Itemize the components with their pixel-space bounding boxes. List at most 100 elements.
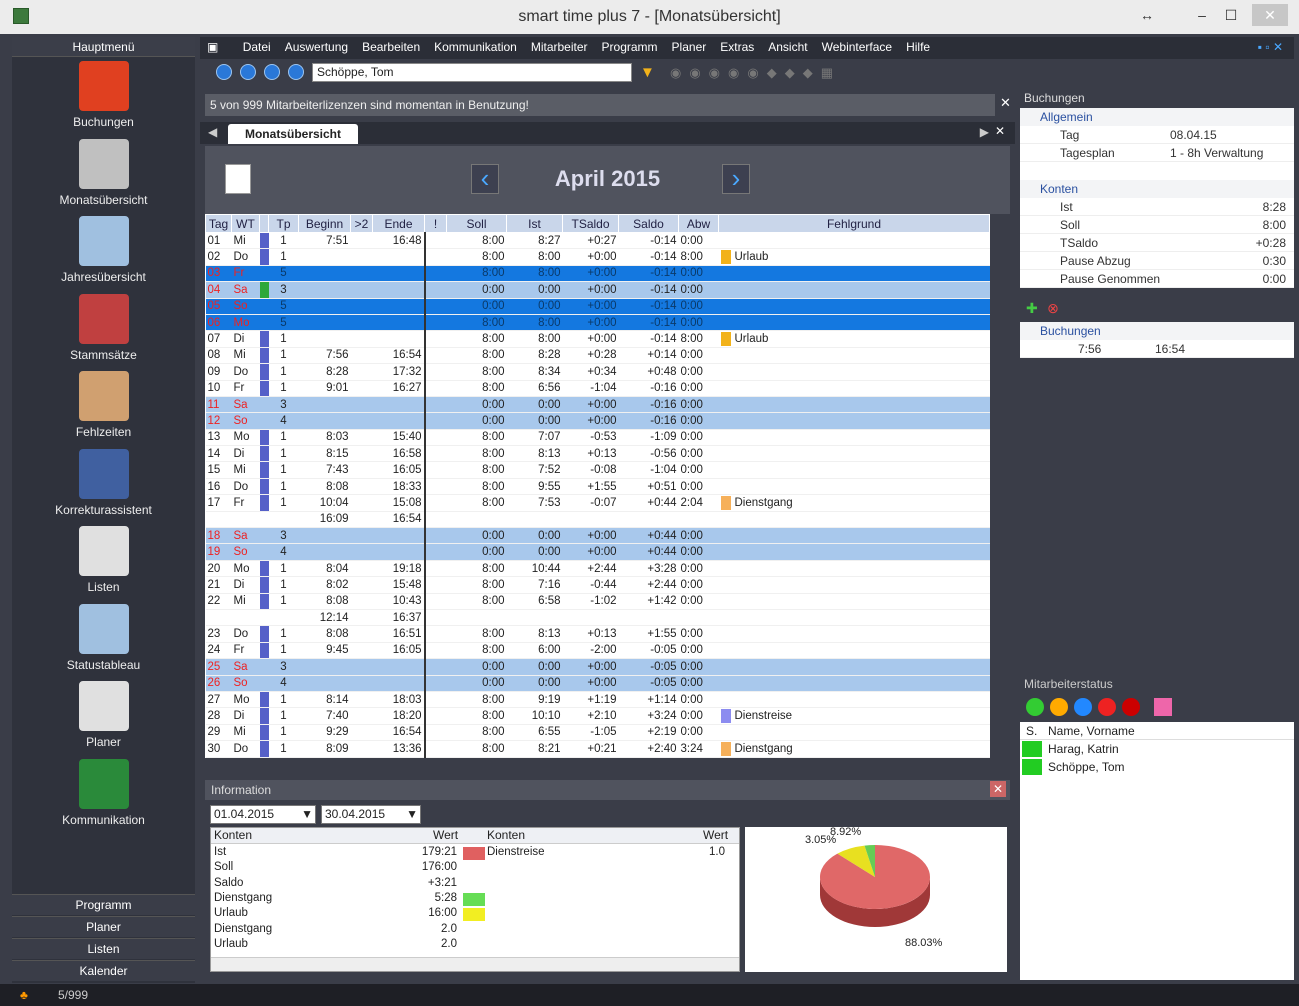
mdi-controls-icon[interactable]: ▪ ▫ ✕ (1251, 37, 1290, 57)
maximize-button[interactable]: ☐ (1214, 4, 1248, 26)
table-row[interactable]: 14 Di 1 8:15 16:58 8:00 8:13 +0:13 -0:56 0:00 (205, 445, 990, 463)
table-row[interactable]: 24 Fr 1 9:45 16:05 8:00 6:00 -2:00 -0:05 0:00 (205, 642, 990, 660)
table-row[interactable]: 15 Mi 1 7:43 16:05 8:00 7:52 -0:08 -1:04 0:00 (205, 461, 990, 479)
sidebar-item-statustableau[interactable]: Statustableau (12, 603, 195, 672)
menu-planer[interactable]: Planer (665, 37, 714, 57)
table-row[interactable]: 03 Fr 5 8:00 8:00 +0:00 -0:14 0:00 (205, 265, 990, 283)
col-ist[interactable]: Ist (506, 214, 563, 233)
menu-hilfe[interactable]: Hilfe (899, 37, 937, 57)
sidebar-item-buchungen[interactable]: Buchungen (12, 61, 195, 129)
sidebar-btn-planer[interactable]: Planer (12, 916, 195, 937)
table-row[interactable]: 17 Fr 1 10:04 15:08 8:00 7:53 -0:07 +0:44 2:04 Die… (205, 494, 990, 512)
table-row[interactable]: 23 Do 1 8:08 16:51 8:00 8:13 +0:13 +1:55 0:00 (205, 625, 990, 643)
nav-last-icon[interactable] (288, 64, 304, 80)
col-ende[interactable]: Ende (372, 214, 425, 233)
menu-programm[interactable]: Programm (595, 37, 665, 57)
col-soll[interactable]: Soll (446, 214, 507, 233)
booking-from[interactable]: 7:56 (1078, 340, 1101, 358)
status-blue-icon[interactable] (1074, 698, 1092, 716)
menu-mitarbeiter[interactable]: Mitarbeiter (524, 37, 595, 57)
close-button[interactable]: ✕ (1252, 4, 1288, 26)
menu-auswertung[interactable]: Auswertung (278, 37, 355, 57)
table-row[interactable]: 28 Di 1 7:40 18:20 8:00 10:10 +2:10 +3:24 0:00 Die… (205, 707, 990, 725)
section-header-buchungen[interactable]: Buchungen (1020, 322, 1294, 340)
col-tp[interactable]: Tp (268, 214, 299, 233)
status-orange-icon[interactable] (1050, 698, 1068, 716)
nav-first-icon[interactable] (216, 64, 232, 80)
sidebar-btn-kalender[interactable]: Kalender (12, 960, 195, 981)
table-row[interactable]: 02 Do 1 8:00 8:00 +0:00 -0:14 8:00 Urlaub (205, 248, 990, 266)
close-infobar-icon[interactable]: ✕ (1000, 95, 1011, 111)
restore-icon[interactable]: ↔ (1130, 4, 1164, 26)
next-month-button[interactable]: › (722, 164, 750, 194)
table-row[interactable]: 30 Do 1 8:09 13:36 8:00 8:21 +0:21 +2:40 3:24 Dien… (205, 740, 990, 758)
employee-row[interactable]: Harag, Katrin (1020, 740, 1294, 758)
table-row[interactable]: 16:09 16:54 (205, 511, 990, 529)
table-row[interactable]: 20 Mo 1 8:04 19:18 8:00 10:44 +2:44 +3:28 0:00 (205, 560, 990, 578)
table-row[interactable]: 04 Sa 3 0:00 0:00 +0:00 -0:14 0:00 (205, 281, 990, 299)
table-row[interactable]: 11 Sa 3 0:00 0:00 +0:00 -0:16 0:00 (205, 396, 990, 414)
menu-kommunikation[interactable]: Kommunikation (427, 37, 524, 57)
sidebar-btn-listen[interactable]: Listen (12, 938, 195, 959)
table-row[interactable]: 26 So 4 0:00 0:00 +0:00 -0:05 0:00 (205, 675, 990, 692)
col-x2[interactable]: >2 (350, 214, 373, 233)
date-from-select[interactable]: 01.04.2015 ▼ (210, 805, 316, 824)
col-beginn[interactable]: Beginn (298, 214, 351, 233)
sidebar-item-stammsätze[interactable]: Stammsätze (12, 293, 195, 362)
nav-next-icon[interactable] (264, 64, 280, 80)
menu-extras[interactable]: Extras (713, 37, 761, 57)
delete-icon[interactable]: ⊗ (1047, 300, 1059, 316)
employee-row[interactable]: Schöppe, Tom (1020, 758, 1294, 776)
menu-bearbeiten[interactable]: Bearbeiten (355, 37, 427, 57)
status-green-icon[interactable] (1026, 698, 1044, 716)
sidebar-item-korrekturassistent[interactable]: Korrekturassistent (12, 448, 195, 517)
table-row[interactable]: 29 Mi 1 9:29 16:54 8:00 6:55 -1:05 +2:19 0:00 (205, 724, 990, 742)
menu-datei[interactable]: Datei (236, 37, 278, 57)
status-red-icon[interactable] (1098, 698, 1116, 716)
table-row[interactable]: 10 Fr 1 9:01 16:27 8:00 6:56 -1:04 -0:16 0:00 (205, 380, 990, 397)
col-abw[interactable]: Abw (678, 214, 719, 233)
sidebar-item-fehlzeiten[interactable]: Fehlzeiten (12, 371, 195, 439)
h-scrollbar[interactable] (211, 957, 739, 971)
table-row[interactable]: 09 Do 1 8:28 17:32 8:00 8:34 +0:34 +0:48 0:00 (205, 363, 990, 381)
table-row[interactable]: 13 Mo 1 8:03 15:40 8:00 7:07 -0:53 -1:09 0:00 (205, 429, 990, 447)
nav-prev-icon[interactable] (240, 64, 256, 80)
col-saldo[interactable]: Saldo (618, 214, 679, 233)
section-header-konten[interactable]: Konten (1020, 180, 1294, 198)
employee-select[interactable]: Schöppe, Tom (312, 63, 632, 82)
booking-to[interactable]: 16:54 (1155, 340, 1185, 358)
menu-ansicht[interactable]: Ansicht (761, 37, 814, 57)
table-row[interactable]: 08 Mi 1 7:56 16:54 8:00 8:28 +0:28 +0:14 0:00 (205, 347, 990, 365)
table-row[interactable]: 07 Di 1 8:00 8:00 +0:00 -0:14 8:00 Urlaub (205, 330, 990, 348)
tab-monatsuebersicht[interactable]: Monatsübersicht (228, 124, 358, 144)
add-icon[interactable]: ✚ (1026, 300, 1038, 316)
sidebar-item-listen[interactable]: Listen (12, 526, 195, 594)
col-x[interactable]: ! (424, 214, 447, 233)
col-wt[interactable]: WT (231, 214, 260, 233)
table-row[interactable]: 06 Mo 5 8:00 8:00 +0:00 -0:14 0:00 (205, 314, 990, 332)
tab-right-icon[interactable]: ▶ (980, 125, 989, 139)
table-row[interactable]: 05 So 5 0:00 0:00 +0:00 -0:14 0:00 (205, 298, 990, 315)
sidebar-item-planer[interactable]: Planer (12, 681, 195, 749)
menu-doc-icon[interactable]: ▣ (200, 37, 225, 57)
tab-left-icon[interactable]: ◀ (208, 125, 217, 139)
section-header-allgemein[interactable]: Allgemein (1020, 108, 1294, 126)
table-row[interactable]: 22 Mi 1 8:08 10:43 8:00 6:58 -1:02 +1:42 0:00 (205, 593, 990, 610)
table-row[interactable]: 27 Mo 1 8:14 18:03 8:00 9:19 +1:19 +1:14 0:00 (205, 691, 990, 709)
filter-icon[interactable]: ▼ (640, 64, 655, 81)
sidebar-btn-programm[interactable]: Programm (12, 894, 195, 915)
sidebar-item-monatsübersicht[interactable]: Monatsübersicht (12, 138, 195, 207)
table-row[interactable]: 16 Do 1 8:08 18:33 8:00 9:55 +1:55 +0:51 0:00 (205, 478, 990, 496)
date-to-select[interactable]: 30.04.2015 ▼ (321, 805, 421, 824)
table-row[interactable]: 12 So 4 0:00 0:00 +0:00 -0:16 0:00 (205, 412, 990, 430)
table-row[interactable]: 01 Mi 1 7:51 16:48 8:00 8:27 +0:27 -0:14 0:00 (205, 232, 990, 250)
col-tag[interactable]: Tag (205, 214, 232, 233)
table-row[interactable]: 18 Sa 3 0:00 0:00 +0:00 +0:44 0:00 (205, 527, 990, 545)
col-tsaldo[interactable]: TSaldo (562, 214, 619, 233)
menu-webinterface[interactable]: Webinterface (815, 37, 899, 57)
sidebar-item-kommunikation[interactable]: Kommunikation (12, 758, 195, 827)
table-row[interactable]: 21 Di 1 8:02 15:48 8:00 7:16 -0:44 +2:44 0:00 (205, 576, 990, 594)
table-row[interactable]: 25 Sa 3 0:00 0:00 +0:00 -0:05 0:00 (205, 658, 990, 676)
status-group-icon[interactable] (1154, 698, 1172, 716)
sidebar-item-jahresübersicht[interactable]: Jahresübersicht (12, 216, 195, 284)
